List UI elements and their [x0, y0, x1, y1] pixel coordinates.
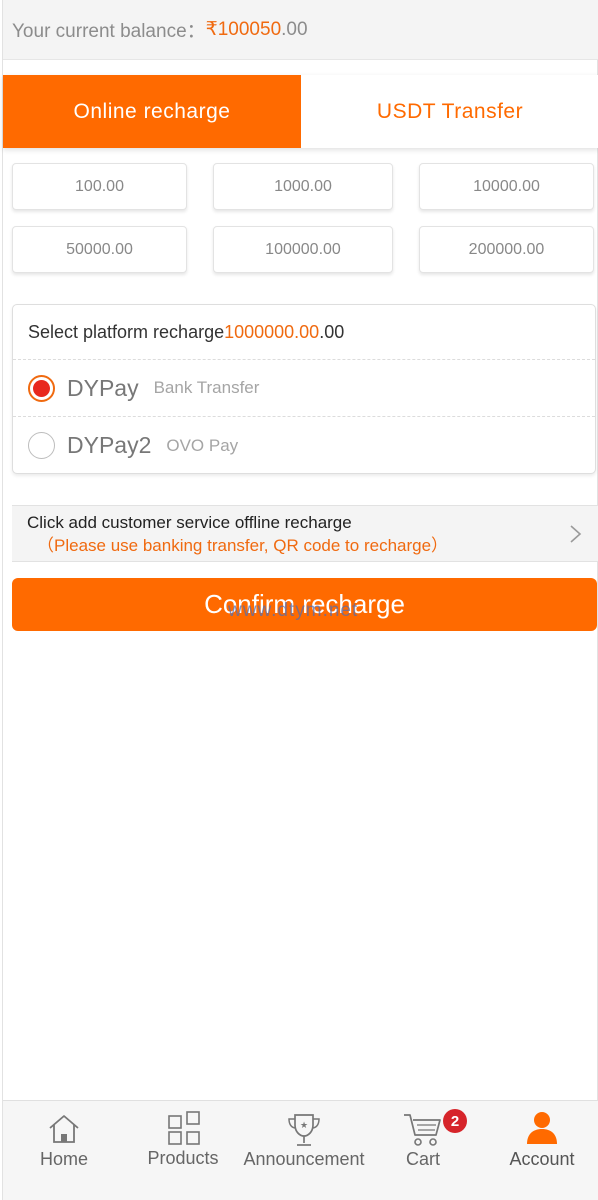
- radio-unchecked-icon[interactable]: [28, 432, 55, 459]
- amount-option[interactable]: 1000.00: [213, 163, 393, 210]
- app-frame: Your current balance： ₹ 100050 .00 Onlin…: [2, 0, 598, 1200]
- platform-title: Select platform recharge 1000000.00.00: [13, 305, 595, 360]
- balance-decimals: .00: [281, 18, 308, 40]
- offline-recharge-link[interactable]: Click add customer service offline recha…: [12, 505, 598, 562]
- user-icon: [527, 1112, 557, 1144]
- payment-desc: OVO Pay: [166, 435, 239, 455]
- chevron-right-icon: [570, 525, 582, 543]
- nav-products[interactable]: Products: [124, 1101, 242, 1200]
- balance-amount: 100050: [217, 18, 282, 40]
- amount-option[interactable]: 200000.00: [419, 226, 594, 273]
- tab-usdt-transfer[interactable]: USDT Transfer: [301, 75, 598, 148]
- confirm-recharge-button[interactable]: Confirm recharge: [12, 578, 597, 631]
- amount-option[interactable]: 10000.00: [419, 163, 594, 210]
- nav-label: Account: [509, 1149, 575, 1169]
- payment-option-dypay2[interactable]: DYPay2 OVO Pay: [13, 417, 595, 474]
- payment-option-dypay[interactable]: DYPay Bank Transfer: [13, 360, 595, 417]
- recharge-tabs: Online recharge USDT Transfer: [3, 75, 598, 148]
- balance-bar: Your current balance： ₹ 100050 .00: [3, 0, 598, 60]
- balance-label: Your current balance：: [12, 21, 206, 42]
- nav-label: Announcement: [243, 1149, 365, 1169]
- grid-icon: [168, 1111, 200, 1145]
- nav-label: Cart: [405, 1149, 440, 1169]
- svg-text:★: ★: [300, 1121, 308, 1131]
- offline-recharge-title: Click add customer service offline recha…: [27, 513, 352, 532]
- trophy-icon: ★: [288, 1114, 320, 1146]
- payment-desc: Bank Transfer: [153, 378, 260, 397]
- offline-recharge-note: （Please use banking transfer, QR code to…: [37, 536, 449, 555]
- payment-name: DYPay: [67, 374, 139, 401]
- amount-option[interactable]: 100.00: [12, 163, 187, 210]
- nav-cart[interactable]: 2 Cart: [364, 1101, 482, 1200]
- nav-announcement[interactable]: ★ Announcement: [243, 1101, 365, 1200]
- amount-option[interactable]: 100000.00: [213, 226, 393, 273]
- tab-online-recharge[interactable]: Online recharge: [3, 75, 301, 148]
- nav-home[interactable]: Home: [5, 1101, 123, 1200]
- nav-label: Home: [39, 1149, 88, 1169]
- home-icon: [49, 1115, 79, 1143]
- nav-label: Products: [147, 1148, 219, 1168]
- platform-title-suffix: .00: [319, 321, 345, 342]
- payment-name: DYPay2: [67, 432, 152, 458]
- platform-card: Select platform recharge 1000000.00.00 D…: [12, 304, 596, 474]
- radio-checked-icon[interactable]: [28, 374, 55, 402]
- amount-option[interactable]: 50000.00: [12, 226, 187, 273]
- cart-badge: 2: [443, 1109, 467, 1133]
- platform-title-amount: 1000000.00: [224, 321, 320, 342]
- nav-account[interactable]: Account: [483, 1101, 598, 1200]
- balance-currency: ₹: [205, 19, 218, 40]
- platform-title-prefix: Select platform recharge: [28, 321, 225, 342]
- bottom-nav: Home Products ★ Announcement 2 Cart Acco…: [3, 1100, 598, 1200]
- cart-icon: [404, 1114, 441, 1146]
